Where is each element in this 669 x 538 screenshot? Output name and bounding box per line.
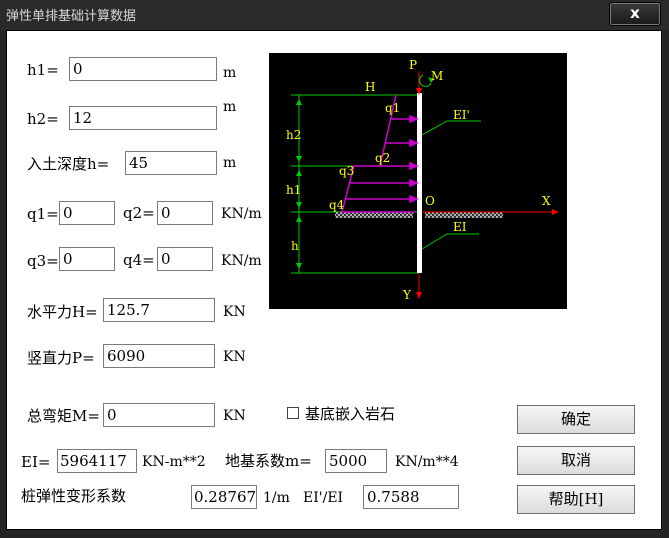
moment-input[interactable]: 0 — [103, 403, 215, 427]
h-diagram-label: h — [291, 239, 299, 253]
rock-embedded-checkbox[interactable] — [287, 407, 299, 419]
soil-hatch-left — [335, 212, 413, 218]
rock-embedded-label: 基底嵌入岩石 — [305, 405, 396, 423]
q2-label: q2= — [123, 204, 155, 222]
ok-button[interactable]: 确定 — [517, 405, 635, 434]
h-force-diagram-label: H — [365, 80, 375, 94]
stiffness-ratio-input[interactable]: 0.7588 — [363, 485, 459, 509]
h2-label: h2= — [27, 110, 59, 128]
close-button[interactable]: x — [609, 2, 661, 26]
m-diagram-label: M — [431, 69, 443, 83]
deformation-coef-input[interactable]: 0.28767 — [191, 485, 257, 509]
q4-unit: KN/m — [221, 253, 262, 269]
stiffness-ratio-label: EI'/EI — [303, 490, 344, 506]
p-diagram-label: P — [409, 58, 417, 72]
y-axis-label: Y — [402, 288, 412, 302]
dialog-body: h1= 0 m h2= 12 m 入土深度h= 45 m q1= 0 q2= 0… — [6, 30, 662, 530]
dialog-window: 弹性单排基础计算数据 x h1= 0 m h2= 12 m 入土深度h= 45 … — [0, 0, 669, 538]
x-axis-label: X — [542, 194, 551, 208]
q3-input[interactable]: 0 — [59, 247, 115, 271]
h1-unit: m — [223, 65, 237, 81]
pile-diagram-svg: h2 h1 h X Y O P M H q1 q2 q3 q4 EI' EI — [286, 58, 559, 302]
y-axis-arrow — [416, 292, 422, 299]
ei-label: EI= — [21, 453, 51, 471]
ei-upper-label: EI' — [453, 108, 470, 122]
cancel-button[interactable]: 取消 — [517, 446, 635, 475]
h2-diagram-label: h2 — [286, 128, 301, 142]
q4-input[interactable]: 0 — [157, 247, 213, 271]
soil-hatch-right — [425, 212, 503, 218]
deformation-coef-unit: 1/m — [263, 490, 290, 506]
q1-input[interactable]: 0 — [59, 201, 115, 225]
ei-upper-leader — [421, 120, 448, 136]
title-bar: 弹性单排基础计算数据 x — [0, 0, 669, 30]
foundation-coef-input[interactable]: 5000 — [325, 449, 387, 473]
horizontal-force-unit: KN — [223, 304, 246, 320]
q1-diagram-label: q1 — [385, 101, 400, 115]
ei-lower-label: EI — [453, 220, 467, 234]
horizontal-force-input[interactable]: 125.7 — [103, 298, 215, 322]
h1-diagram-label: h1 — [286, 183, 301, 197]
vertical-force-input[interactable]: 6090 — [103, 344, 215, 368]
ei-input[interactable]: 5964117 — [57, 449, 137, 473]
ei-unit: KN-m**2 — [142, 454, 206, 470]
depth-label: 入土深度h= — [27, 155, 110, 173]
depth-unit: m — [223, 155, 237, 171]
moment-arc — [419, 74, 432, 87]
help-button[interactable]: 帮助[H] — [517, 485, 635, 514]
origin-label: O — [425, 194, 435, 208]
h2-unit: m — [223, 99, 237, 115]
vertical-force-label: 竖直力P= — [27, 349, 95, 367]
q2-input[interactable]: 0 — [157, 201, 213, 225]
h1-input[interactable]: 0 — [69, 57, 217, 81]
foundation-coef-label: 地基系数m= — [225, 452, 312, 470]
q3-label: q3= — [27, 252, 59, 270]
x-axis-arrow — [552, 209, 559, 215]
q2-unit: KN/m — [221, 206, 262, 222]
deformation-coef-label: 桩弹性变形系数 — [21, 487, 127, 505]
moment-label: 总弯矩M= — [27, 407, 100, 425]
q3-diagram-label: q3 — [339, 164, 354, 178]
q4-label: q4= — [123, 251, 155, 269]
q1-label: q1= — [27, 205, 59, 223]
horizontal-force-label: 水平力H= — [27, 303, 98, 321]
ei-lower-leader — [421, 233, 448, 250]
foundation-coef-unit: KN/m**4 — [395, 454, 459, 470]
h1-label: h1= — [27, 61, 59, 79]
moment-unit: KN — [223, 408, 246, 424]
window-title: 弹性单排基础计算数据 — [6, 9, 137, 24]
q2-diagram-label: q2 — [375, 151, 390, 165]
pile-diagram: h2 h1 h X Y O P M H q1 q2 q3 q4 EI' EI — [269, 53, 567, 309]
q4-diagram-label: q4 — [329, 198, 345, 212]
depth-input[interactable]: 45 — [125, 151, 217, 175]
vertical-force-unit: KN — [223, 349, 246, 365]
h2-input[interactable]: 12 — [69, 106, 217, 130]
